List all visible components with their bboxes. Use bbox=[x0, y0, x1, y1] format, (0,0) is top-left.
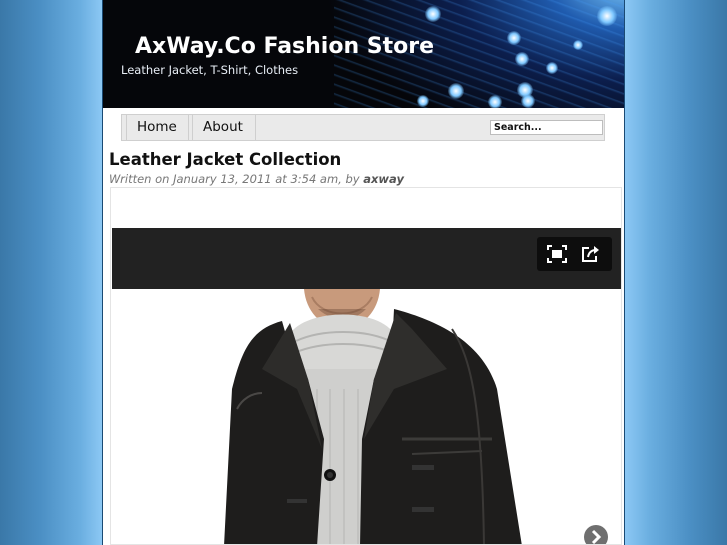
fiber-light-dot bbox=[573, 40, 583, 50]
jacket-photo bbox=[112, 289, 621, 544]
chevron-right-icon bbox=[591, 529, 602, 544]
page-container: AxWay.Co Fashion Store Leather Jacket, T… bbox=[102, 0, 625, 545]
fiber-light-dot bbox=[425, 6, 441, 22]
fiber-light-dot bbox=[507, 31, 521, 45]
fullscreen-icon[interactable] bbox=[547, 245, 567, 263]
nav-item-home[interactable]: Home bbox=[126, 115, 189, 140]
fiber-light-dot bbox=[515, 52, 529, 66]
nav-item-about[interactable]: About bbox=[192, 115, 256, 140]
embedded-slideshow bbox=[110, 187, 622, 545]
jacket-model-image bbox=[224, 289, 522, 544]
fiber-light-dot bbox=[597, 6, 617, 26]
slideshow-controls bbox=[537, 237, 612, 271]
share-icon[interactable] bbox=[581, 245, 601, 263]
site-description: Leather Jacket, T-Shirt, Clothes bbox=[121, 63, 299, 77]
fiber-light-dot bbox=[448, 83, 464, 99]
fiber-light-dot bbox=[521, 94, 535, 108]
site-title[interactable]: AxWay.Co Fashion Store bbox=[135, 34, 434, 59]
post-author[interactable]: axway bbox=[363, 172, 404, 186]
site-header: AxWay.Co Fashion Store Leather Jacket, T… bbox=[103, 0, 624, 108]
post-meta: Written on January 13, 2011 at 3:54 am, … bbox=[109, 172, 404, 186]
fiber-light-dot bbox=[488, 95, 502, 108]
next-slide-button[interactable] bbox=[584, 525, 608, 544]
post-title[interactable]: Leather Jacket Collection bbox=[109, 150, 341, 169]
post-meta-prefix: Written on January 13, 2011 at 3:54 am, … bbox=[109, 172, 364, 186]
fiber-light-dot bbox=[546, 62, 558, 74]
main-nav: Home About bbox=[121, 114, 605, 141]
slideshow-toolbar bbox=[112, 228, 621, 289]
fiber-light-dot bbox=[417, 95, 429, 107]
search-input[interactable] bbox=[490, 120, 603, 135]
